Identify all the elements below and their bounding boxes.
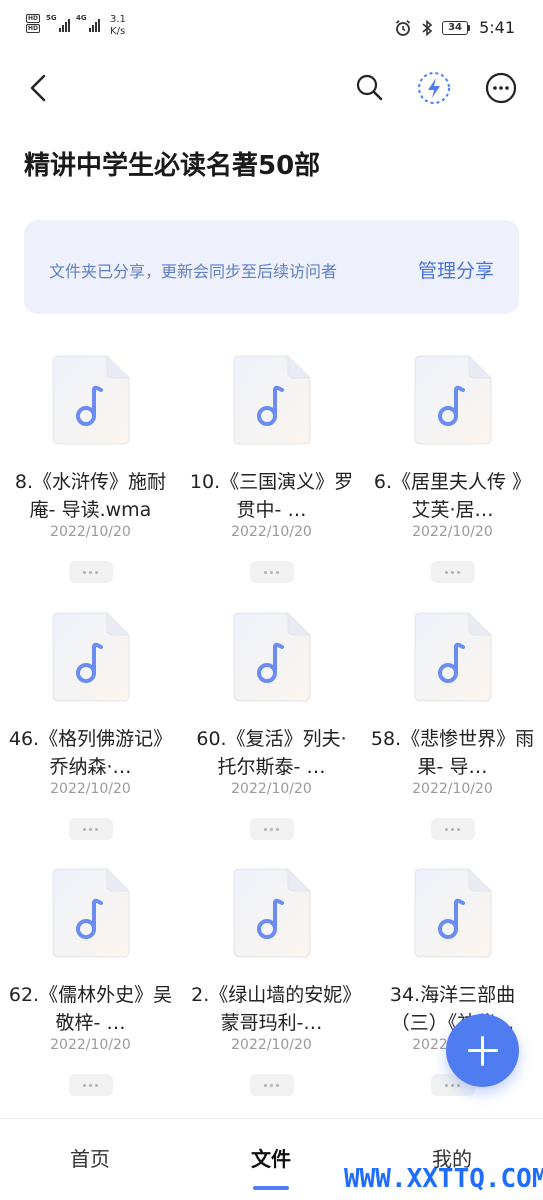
file-more-button[interactable] <box>249 561 294 583</box>
back-button[interactable] <box>22 70 58 106</box>
status-bar: HD HD 5G 4G 3.1 K/s 34 5:41 <box>0 0 543 58</box>
file-date: 2022/10/20 <box>412 524 493 540</box>
file-more-button[interactable] <box>249 1074 294 1096</box>
file-more-button[interactable] <box>430 818 475 840</box>
music-file-icon <box>233 868 310 958</box>
nav-home[interactable]: 首页 <box>30 1143 150 1172</box>
file-name: 62.《儒林外史》吴敬梓- … <box>8 984 173 1034</box>
file-date: 2022/10/20 <box>50 781 131 797</box>
signal-2-icon: 4G <box>76 14 101 32</box>
file-item[interactable]: 6.《居里夫人传 》艾芙·居… 2022/10/20 <box>362 354 543 594</box>
music-file-icon <box>233 355 310 445</box>
page-title: 精讲中学生必读名著50部 <box>24 151 321 181</box>
file-name: 8.《水浒传》施耐庵- 导读.wma <box>14 471 167 521</box>
lightning-icon[interactable] <box>414 68 454 108</box>
music-file-icon <box>52 868 129 958</box>
file-name: 10.《三国演义》罗贯中- … <box>189 471 354 521</box>
status-left: HD HD 5G 4G 3.1 K/s <box>26 14 126 38</box>
file-item[interactable]: 60.《复活》列夫·托尔斯泰- … 2022/10/20 <box>181 611 362 851</box>
file-item[interactable]: 2.《绿山墙的安妮》蒙哥玛利-… 2022/10/20 <box>181 867 362 1107</box>
file-more-button[interactable] <box>68 1074 113 1096</box>
clock: 5:41 <box>479 18 515 37</box>
music-file-icon <box>52 612 129 702</box>
music-file-icon <box>414 612 491 702</box>
file-date: 2022/10/20 <box>412 781 493 797</box>
battery-icon: 34 <box>442 20 471 35</box>
sim1-badge: HD <box>26 14 41 23</box>
more-horizontal-icon[interactable] <box>481 68 521 108</box>
file-item[interactable]: 10.《三国演义》罗贯中- … 2022/10/20 <box>181 354 362 594</box>
music-file-icon <box>52 355 129 445</box>
network-speed: 3.1 K/s <box>110 14 126 37</box>
status-right: 34 5:41 <box>394 18 515 37</box>
file-more-button[interactable] <box>68 818 113 840</box>
file-item[interactable]: 58.《悲惨世界》雨果- 导… 2022/10/20 <box>362 611 543 851</box>
alarm-icon <box>395 19 411 36</box>
manage-share-button[interactable]: 管理分享 <box>418 256 494 283</box>
file-item[interactable]: 46.《格列佛游记》乔纳森·… 2022/10/20 <box>0 611 181 851</box>
active-tab-indicator <box>253 1186 289 1190</box>
sim-indicators: HD HD <box>26 14 41 33</box>
bluetooth-icon <box>422 19 433 36</box>
file-item[interactable]: 8.《水浒传》施耐庵- 导读.wma 2022/10/20 <box>0 354 181 594</box>
file-more-button[interactable] <box>249 818 294 840</box>
file-date: 2022/10/20 <box>50 524 131 540</box>
file-name: 60.《复活》列夫·托尔斯泰- … <box>196 728 347 778</box>
music-file-icon <box>414 355 491 445</box>
file-date: 2022/10/20 <box>231 1037 312 1053</box>
search-icon[interactable] <box>350 68 390 108</box>
file-date: 2022/10/20 <box>231 524 312 540</box>
share-note: 文件夹已分享，更新会同步至后续访问者 <box>49 262 338 281</box>
file-item[interactable]: 62.《儒林外史》吴敬梓- … 2022/10/20 <box>0 867 181 1107</box>
sim2-badge: HD <box>26 24 41 33</box>
music-file-icon <box>414 868 491 958</box>
file-name: 6.《居里夫人传 》艾芙·居… <box>373 471 532 521</box>
file-name: 58.《悲惨世界》雨果- 导… <box>370 728 535 778</box>
file-more-button[interactable] <box>68 561 113 583</box>
file-date: 2022/10/20 <box>50 1037 131 1053</box>
file-more-button[interactable] <box>430 561 475 583</box>
watermark: WWW.XXTTQ.COM <box>344 1164 543 1194</box>
file-name: 46.《格列佛游记》乔纳森·… <box>8 728 173 778</box>
add-button[interactable] <box>446 1014 519 1087</box>
file-date: 2022/10/20 <box>231 781 312 797</box>
nav-files[interactable]: 文件 <box>211 1143 331 1172</box>
music-file-icon <box>233 612 310 702</box>
signal-1-icon: 5G <box>46 14 71 32</box>
share-banner: 文件夹已分享，更新会同步至后续访问者 管理分享 <box>24 220 519 314</box>
file-name: 2.《绿山墙的安妮》蒙哥玛利-… <box>191 984 352 1034</box>
